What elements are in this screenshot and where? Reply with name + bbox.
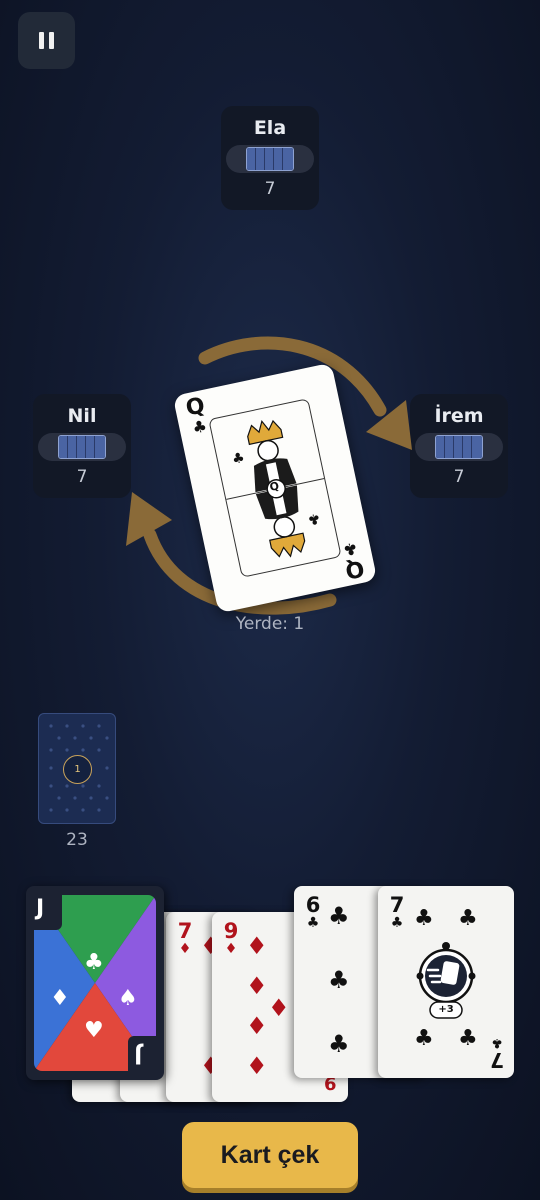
clubs-icon: ♣ — [84, 950, 104, 975]
draw-three-badge: +3 — [438, 1004, 454, 1015]
opponent-name: Ela — [253, 117, 287, 139]
opponent-nil: Nil 7 — [33, 394, 131, 498]
diamonds-icon: ♦ — [50, 986, 70, 1011]
opponent-name: İrem — [434, 405, 484, 427]
wild-color-quadrants — [28, 888, 162, 1078]
deck-badge: 1 — [63, 755, 92, 784]
queen-face-icon: ♣ ♣ Q — [208, 398, 342, 578]
deck-card-count: 23 — [66, 830, 88, 850]
hand-card-wild-j[interactable]: J J ♣ ♦ ♠ ♥ — [26, 886, 164, 1080]
opponent-card-count: 7 — [453, 467, 465, 487]
draw-card-button[interactable]: Kart çek — [182, 1122, 358, 1188]
hearts-icon: ♥ — [84, 1018, 104, 1043]
card-back-stack-icon — [58, 435, 106, 459]
pause-button[interactable] — [18, 12, 75, 69]
card-back-stack-icon — [246, 147, 294, 171]
discard-count-label: Yerde: 1 — [235, 614, 305, 634]
draw-deck[interactable]: 1 — [38, 713, 116, 824]
opponent-name: Nil — [67, 405, 97, 427]
card-back-stack-icon — [435, 435, 483, 459]
opponent-card-count: 7 — [76, 467, 88, 487]
opponent-card-count: 7 — [264, 179, 276, 199]
discard-top-card: Q ♣ ♣ ♣ Q Q ♣ — [172, 362, 378, 614]
pause-icon — [39, 32, 44, 49]
svg-text:♣: ♣ — [306, 509, 322, 527]
spades-icon: ♠ — [118, 986, 138, 1011]
hand-card-7-clubs-draw-three[interactable]: 7 ♣ ♣ ♣ ♣ ♣ +3 7 ♣ — [378, 886, 514, 1078]
opponent-irem: İrem 7 — [410, 394, 508, 498]
opponent-ela: Ela 7 — [221, 106, 319, 210]
svg-text:♣: ♣ — [231, 450, 247, 468]
